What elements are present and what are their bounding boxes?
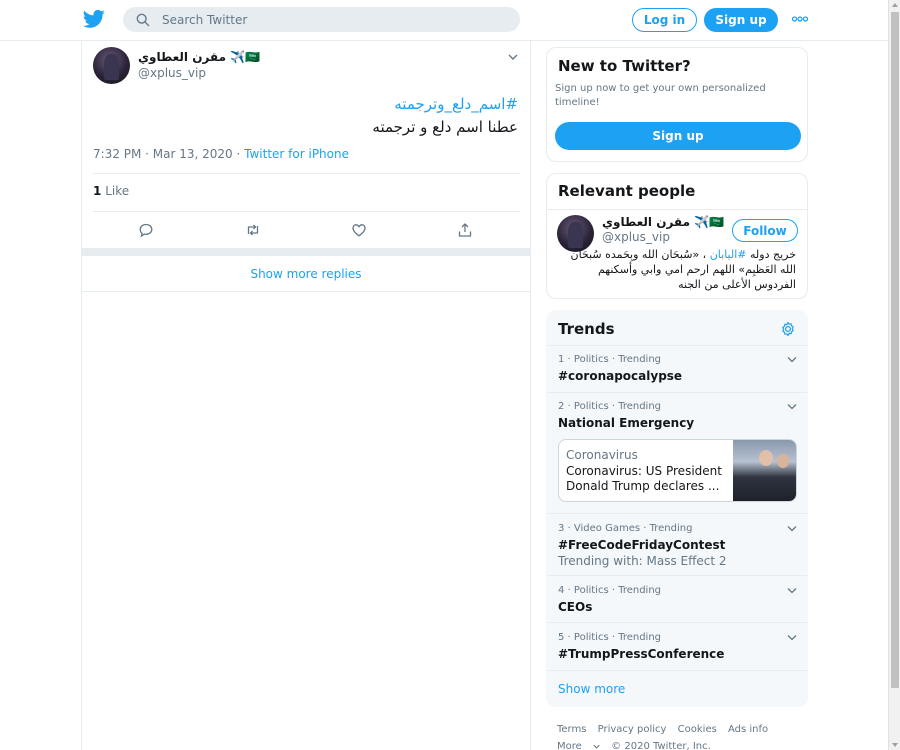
trend-name: #FreeCodeFridayContest <box>558 538 726 552</box>
search-icon <box>136 13 150 26</box>
trend-item[interactable]: 1 · Politics · Trending #coronapocalypse <box>547 345 807 392</box>
chevron-down-icon[interactable] <box>787 525 797 532</box>
news-headline: Coronavirus: US President Donald Trump d… <box>566 464 722 493</box>
tweet-author-handle[interactable]: @xplus_vip <box>138 66 206 80</box>
gear-icon[interactable] <box>780 321 796 337</box>
more-dots-icon[interactable] <box>792 14 808 24</box>
footer-link-privacy[interactable]: Privacy policy <box>598 724 667 735</box>
retweet-icon[interactable] <box>245 222 261 238</box>
follow-button[interactable]: Follow <box>732 219 798 242</box>
trend-item[interactable]: 5 · Politics · Trending #TrumpPressConfe… <box>547 622 807 670</box>
divider <box>93 211 520 212</box>
share-icon[interactable] <box>457 222 473 238</box>
signup-button[interactable]: Sign up <box>704 8 778 32</box>
likes-number: 1 <box>93 184 102 198</box>
tweet-time[interactable]: 7:32 PM · Mar 13, 2020 <box>93 147 233 161</box>
trend-name: National Emergency <box>558 416 695 430</box>
chevron-down-icon[interactable] <box>508 53 518 61</box>
meta-separator: · <box>232 147 245 161</box>
search-input[interactable] <box>162 12 492 27</box>
trend-item[interactable]: 3 · Video Games · Trending #FreeCodeFrid… <box>547 513 807 575</box>
news-source: Coronavirus <box>566 448 638 462</box>
card-subtitle: Sign up now to get your own personalized… <box>555 83 766 108</box>
scroll-up-arrow-icon[interactable] <box>892 3 898 7</box>
chevron-down-icon <box>593 744 600 749</box>
bio-hashtag-link[interactable]: #اليابان <box>710 248 747 261</box>
tweet-timestamp: 7:32 PM · Mar 13, 2020 · Twitter for iPh… <box>93 147 349 161</box>
divider <box>93 173 520 174</box>
show-more-trends-link[interactable]: Show more <box>547 670 807 706</box>
footer-link-terms[interactable]: Terms <box>557 724 586 735</box>
search-box[interactable] <box>123 7 520 32</box>
top-navigation-bar: Log in Sign up <box>0 0 888 41</box>
news-thumbnail-image <box>733 440 796 501</box>
person-name[interactable]: مقرن العطاوي ✈️🇸🇦 <box>602 215 724 229</box>
scroll-down-arrow-icon[interactable] <box>892 743 898 747</box>
like-heart-icon[interactable] <box>351 222 367 238</box>
tweet-actions <box>82 221 530 249</box>
show-more-replies-link[interactable]: Show more replies <box>82 256 530 292</box>
tweet-hashtag-link[interactable]: #اسم_دلع_وترجمته <box>394 95 518 113</box>
bio-text: خريج دوله <box>746 248 796 261</box>
chevron-down-icon[interactable] <box>787 403 797 410</box>
tweet-column: مقرن العطاوي ✈️🇸🇦 @xplus_vip #اسم_دلع_وت… <box>81 41 531 750</box>
card-title: Relevant people <box>558 182 696 200</box>
divider <box>547 209 807 210</box>
sidebar-signup-button[interactable]: Sign up <box>555 122 801 150</box>
reply-icon[interactable] <box>138 222 154 238</box>
trend-meta: 3 · Video Games · Trending <box>558 523 693 534</box>
footer-more-label: More <box>557 741 582 750</box>
footer-second-row: More © 2020 Twitter, Inc. <box>557 738 797 750</box>
trend-meta: 5 · Politics · Trending <box>558 632 662 643</box>
trend-meta: 4 · Politics · Trending <box>558 585 662 596</box>
likes-label: Like <box>105 184 130 198</box>
trend-related: Trending with: Mass Effect 2 <box>558 554 727 568</box>
avatar[interactable] <box>93 47 130 84</box>
tweet-author-name[interactable]: مقرن العطاوي ✈️🇸🇦 <box>138 50 260 64</box>
footer-copyright: © 2020 Twitter, Inc. <box>611 741 711 750</box>
tweet-source-link[interactable]: Twitter for iPhone <box>244 147 349 161</box>
trend-name: #TrumpPressConference <box>558 647 725 661</box>
trend-meta: 2 · Politics · Trending <box>558 401 662 412</box>
relevant-people-card: Relevant people مقرن العطاوي ✈️🇸🇦 @xplus… <box>546 173 808 299</box>
trends-card: Trends 1 · Politics · Trending #coronapo… <box>546 310 808 707</box>
chevron-down-icon[interactable] <box>787 634 797 641</box>
footer-link-cookies[interactable]: Cookies <box>678 724 717 735</box>
card-title: New to Twitter? <box>558 57 691 75</box>
scrollbar-thumb[interactable] <box>891 12 899 688</box>
footer: Terms Privacy policy Cookies Ads info Mo… <box>557 721 797 750</box>
card-title: Trends <box>558 320 615 338</box>
section-separator <box>82 248 530 256</box>
likes-count[interactable]: 1 Like <box>93 184 129 198</box>
trend-name: #coronapocalypse <box>558 369 683 383</box>
page-scrollbar[interactable] <box>888 0 900 750</box>
login-button[interactable]: Log in <box>632 8 697 32</box>
new-to-twitter-card: New to Twitter? Sign up now to get your … <box>546 47 808 162</box>
person-handle[interactable]: @xplus_vip <box>602 230 670 244</box>
trend-name: CEOs <box>558 600 593 614</box>
news-card[interactable]: Coronavirus Coronavirus: US President Do… <box>558 439 797 502</box>
twitter-bird-icon[interactable] <box>83 9 105 29</box>
chevron-down-icon[interactable] <box>787 587 797 594</box>
footer-link-ads-info[interactable]: Ads info <box>728 724 768 735</box>
trend-item[interactable]: 4 · Politics · Trending CEOs <box>547 575 807 622</box>
chevron-down-icon[interactable] <box>787 356 797 363</box>
footer-more-menu[interactable]: More <box>557 741 600 750</box>
footer-links-row: Terms Privacy policy Cookies Ads info <box>557 721 797 738</box>
tweet-text: عطنا اسم دلع و ترجمته <box>372 118 518 136</box>
trend-meta: 1 · Politics · Trending <box>558 354 662 365</box>
person-bio: خريج دوله #اليابان ، «سُبحَان الله وبِحَ… <box>556 247 797 292</box>
